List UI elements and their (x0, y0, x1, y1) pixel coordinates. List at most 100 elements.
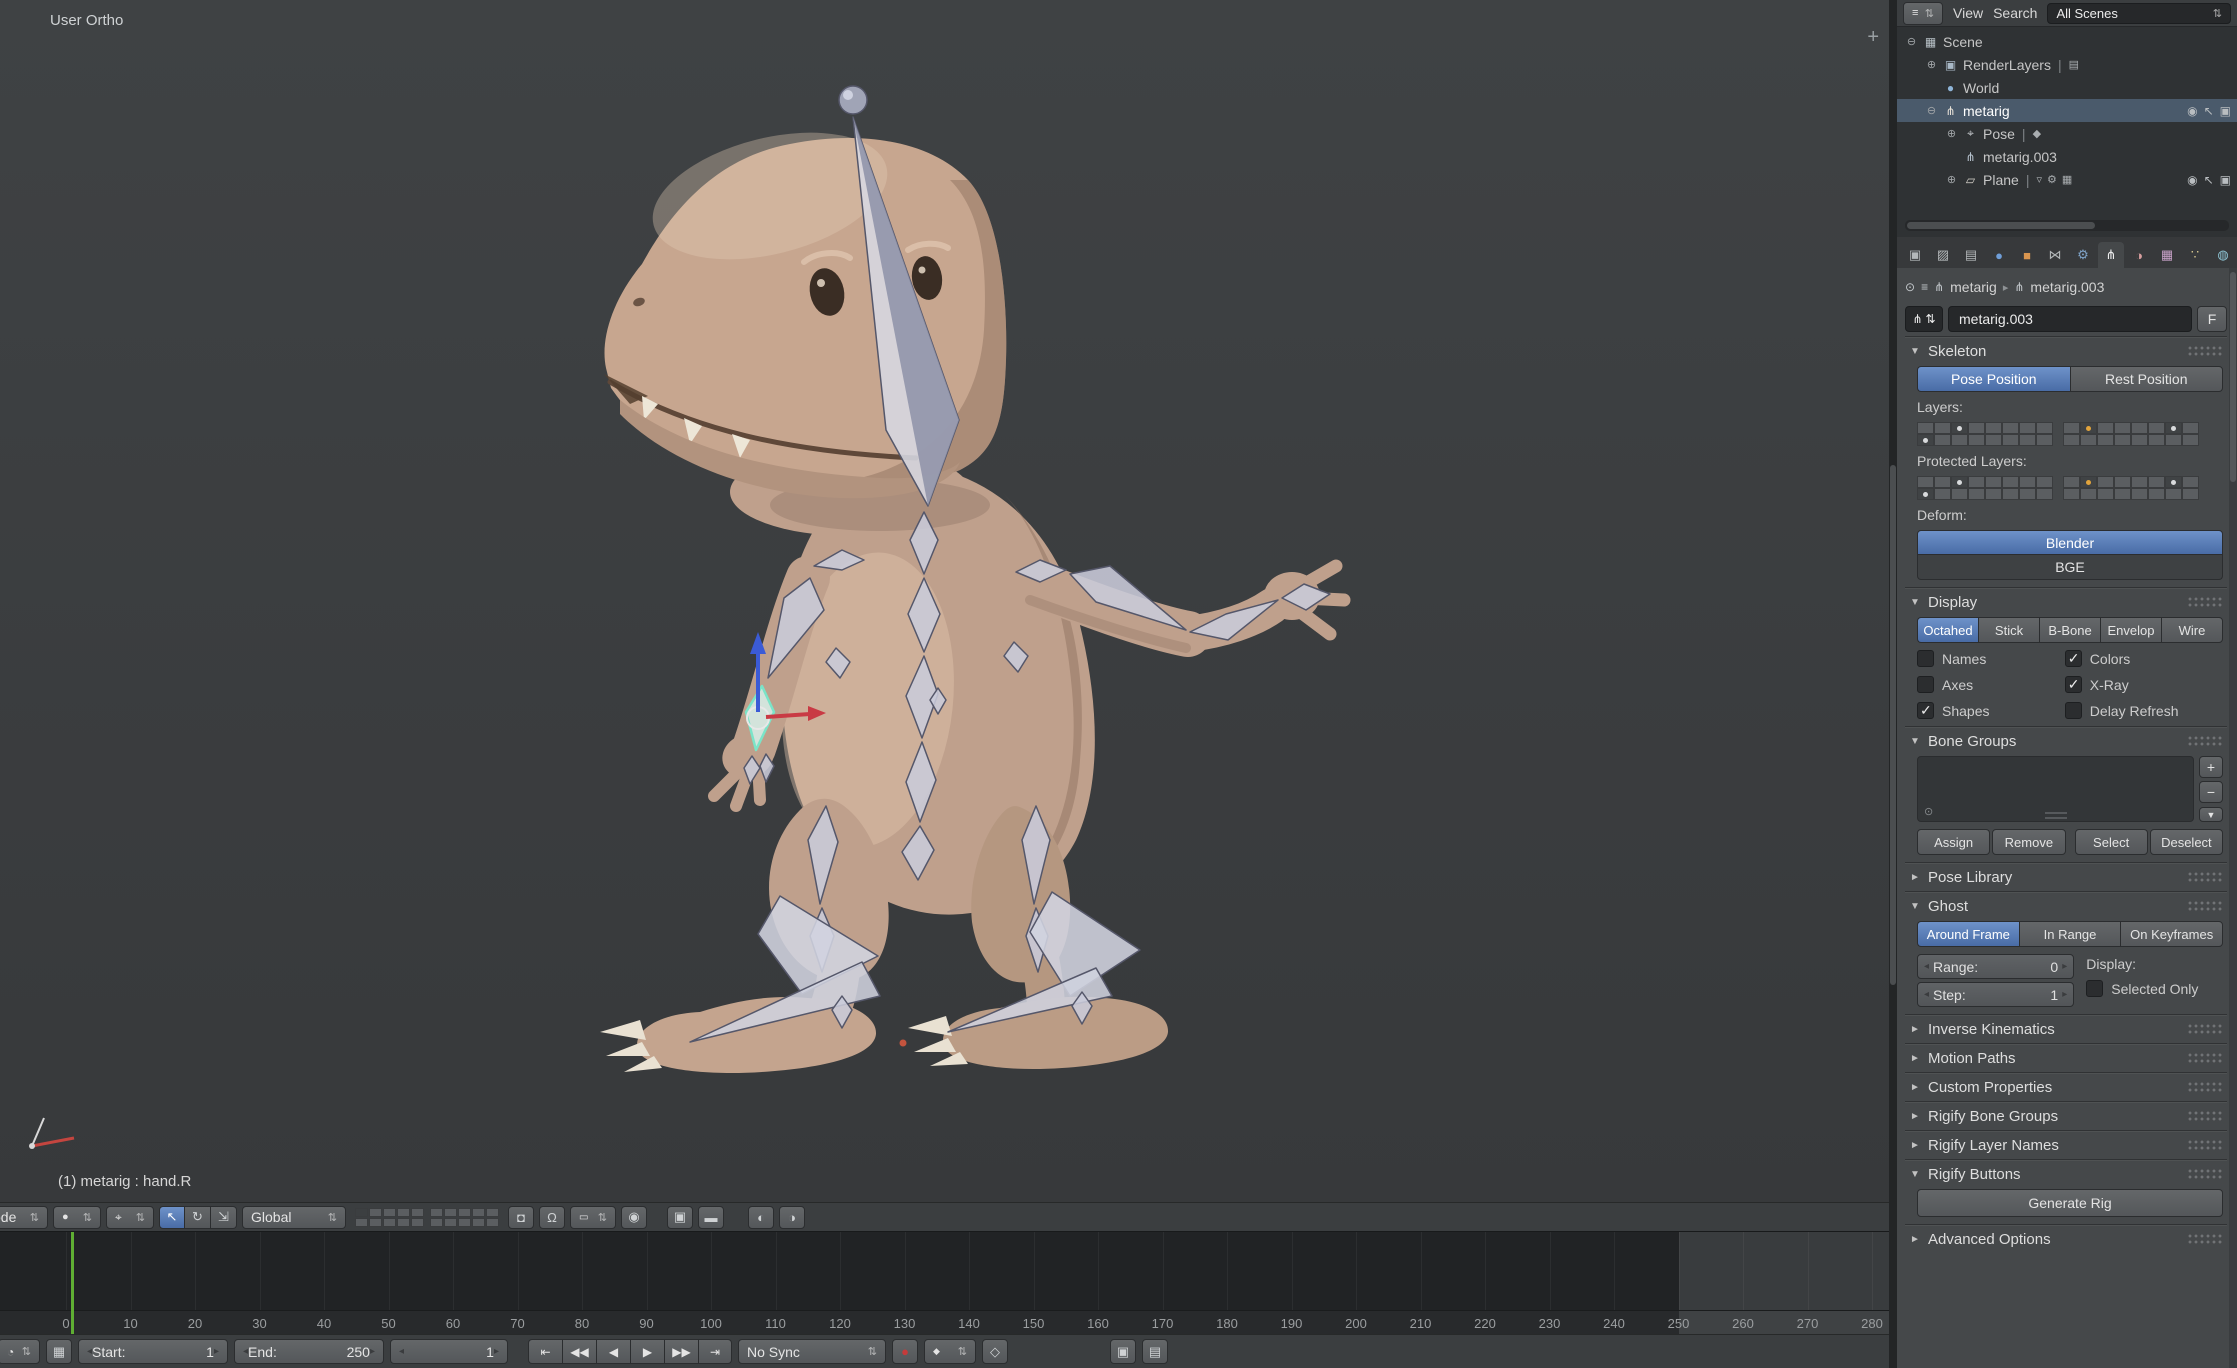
tab-texture[interactable]: ▦ (2154, 242, 2180, 268)
armature-layer-toggle[interactable] (1985, 434, 2002, 446)
armature-layer-toggle[interactable] (2002, 422, 2019, 434)
armature-layer-toggle[interactable] (2019, 488, 2036, 500)
scene-layer-toggle[interactable] (430, 1217, 443, 1227)
render-opengl-anim-button[interactable]: ▬ (698, 1205, 724, 1229)
view-menu-icon[interactable]: ▦ (46, 1339, 72, 1364)
armature-layer-toggle[interactable] (1968, 422, 1985, 434)
remove-button[interactable]: Remove (1992, 829, 2066, 855)
armature-layer-toggle[interactable] (2097, 422, 2114, 434)
armature-layer-toggle[interactable] (2019, 434, 2036, 446)
armature-layer-toggle[interactable] (2097, 434, 2114, 446)
record-button[interactable]: ● (892, 1339, 918, 1364)
outliner-row-metarig[interactable]: ⊖ ⋔ metarig ◉ ↖ ▣ (1897, 99, 2237, 122)
armature-layer-toggle[interactable] (2114, 422, 2131, 434)
decrement-arrow-icon[interactable]: ◂ (1924, 989, 1929, 1000)
region-expand-icon[interactable]: + (1867, 26, 1879, 49)
properties-scrollbar[interactable] (2229, 268, 2237, 1368)
manipulator-translate-button[interactable]: ↖ (159, 1205, 185, 1229)
armature-layer-toggle[interactable] (2114, 476, 2131, 488)
armature-layer-toggle[interactable] (2182, 422, 2199, 434)
manipulator-rotate-button[interactable]: ↻ (185, 1205, 211, 1229)
scene-layer-toggle[interactable] (486, 1217, 499, 1227)
texture-preview-button[interactable]: ◑ (779, 1205, 805, 1229)
scene-layer-toggle[interactable] (369, 1217, 382, 1227)
armature-layer-toggle[interactable] (2097, 488, 2114, 500)
armature-layer-toggle[interactable] (1917, 476, 1934, 488)
armature-layer-toggle[interactable] (2080, 476, 2097, 488)
rest-position-button[interactable]: Rest Position (2069, 366, 2223, 392)
jump-to-end-button[interactable]: ⇥ (698, 1339, 732, 1364)
armature-layer-toggle[interactable] (2097, 476, 2114, 488)
fake-user-button[interactable]: F (2197, 306, 2227, 332)
axes-checkbox[interactable]: Axes (1917, 676, 2061, 693)
armature-layer-toggle[interactable] (2036, 488, 2053, 500)
visibility-eye-icon[interactable]: ◉ (2187, 173, 2197, 187)
snap-magnet-button[interactable]: Ω (539, 1205, 565, 1229)
breadcrumb-object[interactable]: metarig (1950, 279, 1997, 295)
renderability-camera-icon[interactable]: ▣ (2220, 104, 2231, 118)
keying-set-dropdown[interactable]: ◆ ⇅ (924, 1339, 976, 1364)
datablock-name-input[interactable]: metarig.003 (1948, 306, 2192, 332)
armature-layer-toggle[interactable] (2080, 488, 2097, 500)
scrollbar-handle[interactable] (1907, 222, 2095, 229)
tab-modifiers[interactable]: ⚙ (2070, 242, 2096, 268)
panel-header[interactable]: ▼ Display (1905, 588, 2227, 616)
armature-layer-toggle[interactable] (2148, 488, 2165, 500)
scene-layer-toggle[interactable] (430, 1207, 443, 1217)
viewport-scrollbar[interactable] (1889, 0, 1897, 1368)
armature-layer-toggle[interactable] (2148, 476, 2165, 488)
checkbox[interactable] (2064, 702, 2082, 719)
scene-layer-toggle[interactable] (486, 1207, 499, 1217)
jump-to-start-button[interactable]: ⇤ (528, 1339, 562, 1364)
tab-object-data[interactable]: ⋔ (2098, 242, 2124, 268)
panel-drag-grip[interactable] (2187, 1167, 2223, 1181)
armature-layer-toggle[interactable] (2114, 488, 2131, 500)
tab-particles[interactable]: ∵ (2182, 242, 2208, 268)
assign-button[interactable]: Assign (1917, 829, 1991, 855)
armature-layer-toggle[interactable] (1934, 476, 1951, 488)
scene-layer-toggle[interactable] (472, 1207, 485, 1217)
checkbox[interactable] (2086, 980, 2104, 997)
panel-drag-grip[interactable] (2187, 1138, 2223, 1152)
add-group-button[interactable]: + (2199, 756, 2223, 778)
drawtype-bbone-button[interactable]: B-Bone (2039, 617, 2100, 643)
armature-layer-toggle[interactable] (2036, 476, 2053, 488)
expand-icon[interactable]: ⊕ (1925, 58, 1938, 71)
panel-drag-grip[interactable] (2187, 1051, 2223, 1065)
armature-layer-toggle[interactable] (2036, 434, 2053, 446)
armature-layer-toggle[interactable] (2002, 434, 2019, 446)
outliner-row-plane[interactable]: ⊕ ▱ Plane | ▿ ⚙ ▦ ◉ ↖ ▣ (1897, 168, 2237, 191)
expand-triangle-icon[interactable]: ► (1909, 872, 1921, 883)
scene-lock-button[interactable]: ◘ (508, 1205, 534, 1229)
breadcrumb-data[interactable]: metarig.003 (2030, 279, 2104, 295)
select-button[interactable]: Select (2074, 829, 2148, 855)
increment-arrow-icon[interactable]: ▸ (2062, 961, 2067, 972)
drawtype-envelope-button[interactable]: Envelop (2100, 617, 2161, 643)
viewport-layers-widget[interactable] (355, 1207, 499, 1227)
armature-layer-toggle[interactable] (2165, 434, 2182, 446)
scene-layer-toggle[interactable] (397, 1207, 410, 1217)
panel-drag-grip[interactable] (2187, 1109, 2223, 1123)
pin-icon[interactable]: ⊙ (1905, 280, 1915, 294)
armature-layer-toggle[interactable] (2063, 488, 2080, 500)
collapse-triangle-icon[interactable]: ▼ (1909, 901, 1921, 912)
panel-header[interactable]: ► Custom Properties (1905, 1073, 2227, 1101)
prev-keyframe-button[interactable]: ◀◀ (562, 1339, 596, 1364)
expand-triangle-icon[interactable]: ► (1909, 1082, 1921, 1093)
tab-material[interactable]: ◑ (2126, 242, 2152, 268)
armature-layer-toggle[interactable] (2165, 422, 2182, 434)
increment-arrow-icon[interactable]: ▸ (370, 1346, 375, 1357)
scene-layer-toggle[interactable] (458, 1217, 471, 1227)
armature-layer-toggle[interactable] (2165, 488, 2182, 500)
current-frame-field[interactable]: ◂ 1 ▸ (390, 1339, 508, 1364)
panel-header[interactable]: ► Advanced Options (1905, 1225, 2227, 1253)
panel-header[interactable]: ► Motion Paths (1905, 1044, 2227, 1072)
insert-keyframe-button[interactable]: ◇ (982, 1339, 1008, 1364)
snap-target-button[interactable]: ◉ (621, 1205, 647, 1229)
armature-layer-toggle[interactable] (2131, 488, 2148, 500)
armature-layer-toggle[interactable] (2114, 434, 2131, 446)
tab-render[interactable]: ▣ (1902, 242, 1928, 268)
armature-layer-toggle[interactable] (2131, 434, 2148, 446)
play-button[interactable]: ▶ (630, 1339, 664, 1364)
collapse-triangle-icon[interactable]: ▼ (1909, 346, 1921, 357)
